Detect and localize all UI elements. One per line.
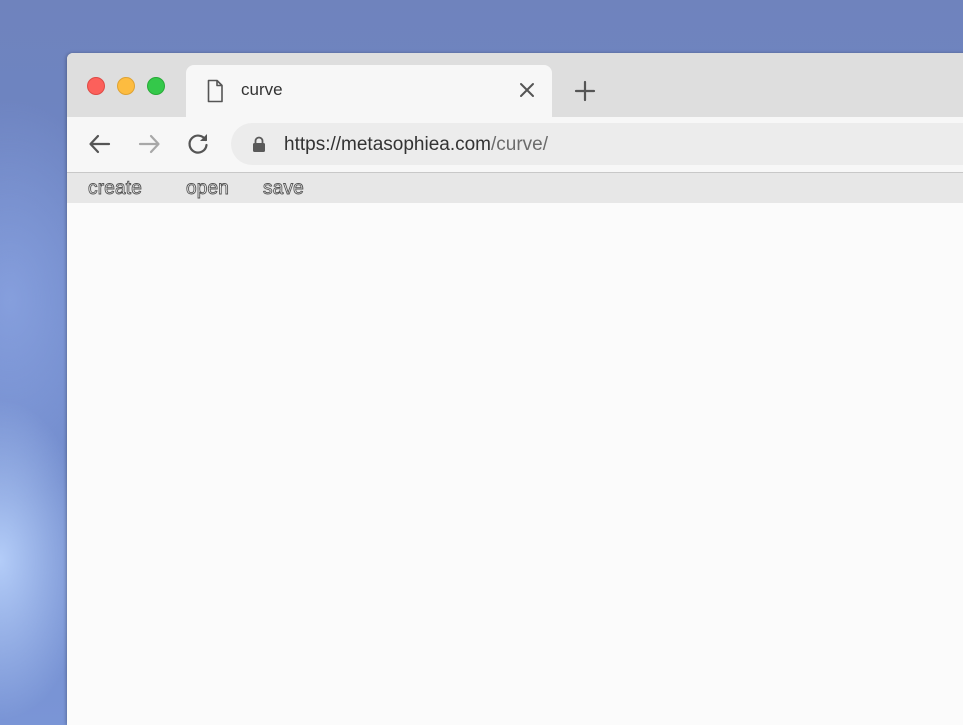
browser-window: curve https://metasophiea.com/curve/ cre…: [67, 53, 963, 725]
app-menu-bar: create open save: [67, 173, 963, 203]
url-text: https://metasophiea.com/curve/: [284, 134, 548, 156]
create-menu-item[interactable]: create: [88, 178, 143, 200]
maximize-window-button[interactable]: [147, 77, 165, 95]
url-host: https://metasophiea.com: [284, 134, 491, 155]
tab-title: curve: [241, 80, 283, 99]
browser-toolbar: https://metasophiea.com/curve/: [67, 117, 963, 173]
plus-icon[interactable]: [573, 79, 597, 103]
app-canvas[interactable]: [67, 203, 963, 725]
address-bar[interactable]: https://metasophiea.com/curve/: [231, 123, 963, 165]
title-bar: curve: [67, 53, 963, 117]
url-path: /curve/: [491, 134, 549, 155]
lock-icon: [253, 136, 265, 152]
close-tab-icon[interactable]: [518, 81, 536, 99]
minimize-window-button[interactable]: [117, 77, 135, 95]
reload-icon[interactable]: [185, 131, 211, 157]
forward-arrow-icon[interactable]: [136, 131, 162, 157]
close-window-button[interactable]: [87, 77, 105, 95]
open-menu-item[interactable]: open: [186, 178, 230, 200]
save-menu-item[interactable]: save: [263, 178, 305, 200]
tab-curve[interactable]: curve: [186, 65, 552, 117]
back-arrow-icon[interactable]: [87, 131, 113, 157]
document-icon: [207, 79, 223, 103]
